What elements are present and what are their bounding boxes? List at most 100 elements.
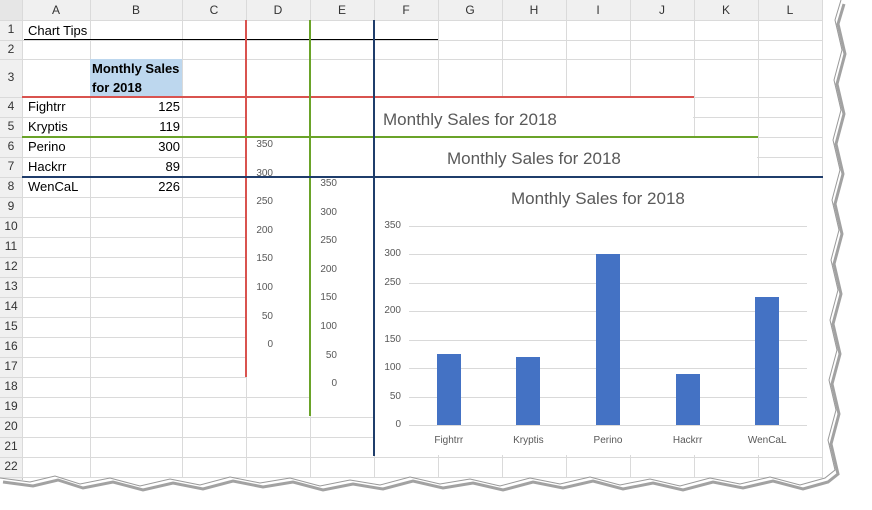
row-header-3[interactable]: 3 [0, 70, 22, 84]
column-header-d[interactable]: D [246, 3, 310, 17]
row-header-22[interactable]: 22 [0, 459, 22, 473]
front-axis-tick: 50 [389, 390, 401, 402]
bar-kryptis[interactable] [516, 357, 541, 425]
back-axis-tick: 150 [256, 253, 273, 265]
row-header-11[interactable]: 11 [0, 239, 22, 253]
row-header-15[interactable]: 15 [0, 319, 22, 333]
red-horizontal-line [22, 96, 694, 98]
column-header-i[interactable]: I [566, 3, 630, 17]
back-axis-tick: 200 [256, 224, 273, 236]
back-axis-tick: 0 [267, 339, 273, 351]
column-header-e[interactable]: E [310, 3, 374, 17]
category-label-wencal: WenCaL [747, 435, 787, 446]
navy-vertical-line [373, 20, 375, 456]
front-axis-tick: 0 [395, 419, 401, 430]
front-axis-tick: 100 [384, 362, 401, 374]
row-header-5[interactable]: 5 [0, 119, 22, 133]
bar-hackrr[interactable] [675, 374, 700, 425]
column-header-a[interactable]: A [22, 3, 90, 17]
cell-name-2[interactable]: Kryptis [28, 119, 68, 134]
column-header-b[interactable]: B [90, 3, 182, 17]
chart-back-title: Monthly Sales for 2018 [383, 110, 557, 129]
row-header-1[interactable]: 1 [0, 22, 22, 36]
front-axis-tick: 250 [384, 276, 401, 288]
row-header-7[interactable]: 7 [0, 159, 22, 173]
spreadsheet: ABCDEFGHIJKL 1 2 3 4 5 6 7 8 9 10 11 12 13 14 15 16 17 18… [0, 0, 872, 510]
cell-name-5[interactable]: WenCaL [28, 179, 78, 194]
cell-name-4[interactable]: Hackrr [28, 159, 66, 174]
category-label-kryptis: Kryptis [513, 435, 544, 446]
bar-perino[interactable] [596, 254, 620, 425]
column-header-h[interactable]: H [502, 3, 566, 17]
front-axis-tick: 300 [384, 248, 401, 260]
column-header-g[interactable]: G [438, 3, 502, 17]
row-header-9[interactable]: 9 [0, 199, 22, 213]
front-axis-tick: 200 [384, 305, 401, 317]
bar-fightrr[interactable] [436, 353, 461, 425]
grid-row-line [0, 457, 822, 458]
category-label-hackrr: Hackrr [672, 435, 703, 446]
gridline [409, 226, 807, 227]
category-label-fightrr: Fightrr [434, 435, 464, 446]
column-header-f[interactable]: F [374, 3, 438, 17]
column-header-c[interactable]: C [182, 3, 246, 17]
row-header-13[interactable]: 13 [0, 279, 22, 293]
row-header-2[interactable]: 2 [0, 42, 22, 56]
row-header-4[interactable]: 4 [0, 99, 22, 113]
row-header-10[interactable]: 10 [0, 219, 22, 233]
row-header-14[interactable]: 14 [0, 299, 22, 313]
header-line-1: Monthly Sales [92, 61, 180, 76]
mid-axis-tick: 150 [320, 292, 337, 304]
row-header-6[interactable]: 6 [0, 139, 22, 153]
grid-row-line [0, 20, 822, 21]
column-header-j[interactable]: J [630, 3, 694, 17]
mid-axis-tick: 300 [320, 206, 337, 218]
mid-axis-tick: 200 [320, 263, 337, 275]
column-header-l[interactable]: L [758, 3, 822, 17]
bar-wencal[interactable] [755, 296, 780, 425]
cell-name-3[interactable]: Perino [28, 139, 66, 154]
header-line-2: for 2018 [92, 80, 142, 95]
back-axis-tick: 100 [256, 282, 273, 293]
cell-value-2[interactable]: 119 [90, 119, 180, 134]
select-all-corner[interactable] [0, 0, 22, 20]
mid-axis-tick: 0 [331, 378, 337, 390]
chart-front-title: Monthly Sales for 2018 [511, 189, 685, 208]
row-header-12[interactable]: 12 [0, 259, 22, 273]
column-header-k[interactable]: K [694, 3, 758, 17]
green-vertical-line [309, 20, 311, 416]
mid-axis-tick: 250 [320, 235, 337, 247]
grid-row-line [0, 40, 822, 41]
cell-value-5[interactable]: 226 [90, 179, 180, 194]
row-header-21[interactable]: 21 [0, 439, 22, 453]
cell-value-3[interactable]: 300 [90, 139, 180, 154]
category-label-perino: Perino [593, 435, 623, 446]
cell-value-1[interactable]: 125 [90, 99, 180, 114]
red-vertical-line [245, 20, 247, 377]
cell-name-1[interactable]: Fightrr [28, 99, 66, 114]
green-horizontal-line [22, 136, 758, 138]
row-header-20[interactable]: 20 [0, 419, 22, 433]
row-header-17[interactable]: 17 [0, 359, 22, 373]
front-axis-tick: 350 [384, 220, 401, 231]
grid-row-line [0, 477, 822, 478]
row-header-16[interactable]: 16 [0, 339, 22, 353]
mid-axis-tick: 100 [320, 321, 337, 332]
chart-mid-title: Monthly Sales for 2018 [447, 149, 621, 168]
row-header-19[interactable]: 19 [0, 399, 22, 413]
row-header-18[interactable]: 18 [0, 379, 22, 393]
navy-horizontal-line [22, 176, 823, 178]
back-axis-tick: 250 [256, 196, 273, 208]
cell-value-4[interactable]: 89 [90, 159, 180, 174]
chart-front[interactable]: Monthly Sales for 2018 0 50 100 150 200 250 30… [375, 177, 822, 455]
mid-axis-tick: 350 [320, 178, 337, 189]
mid-axis-tick: 50 [325, 349, 337, 361]
row-header-8[interactable]: 8 [0, 179, 22, 193]
cell-a1-underline [24, 39, 438, 40]
grid-col-line [182, 0, 183, 478]
back-axis-tick: 350 [256, 139, 273, 150]
gridline [409, 425, 807, 426]
grid-col-line [822, 0, 823, 478]
back-axis-tick: 50 [261, 310, 273, 322]
cell-a1[interactable]: Chart Tips [28, 23, 87, 38]
